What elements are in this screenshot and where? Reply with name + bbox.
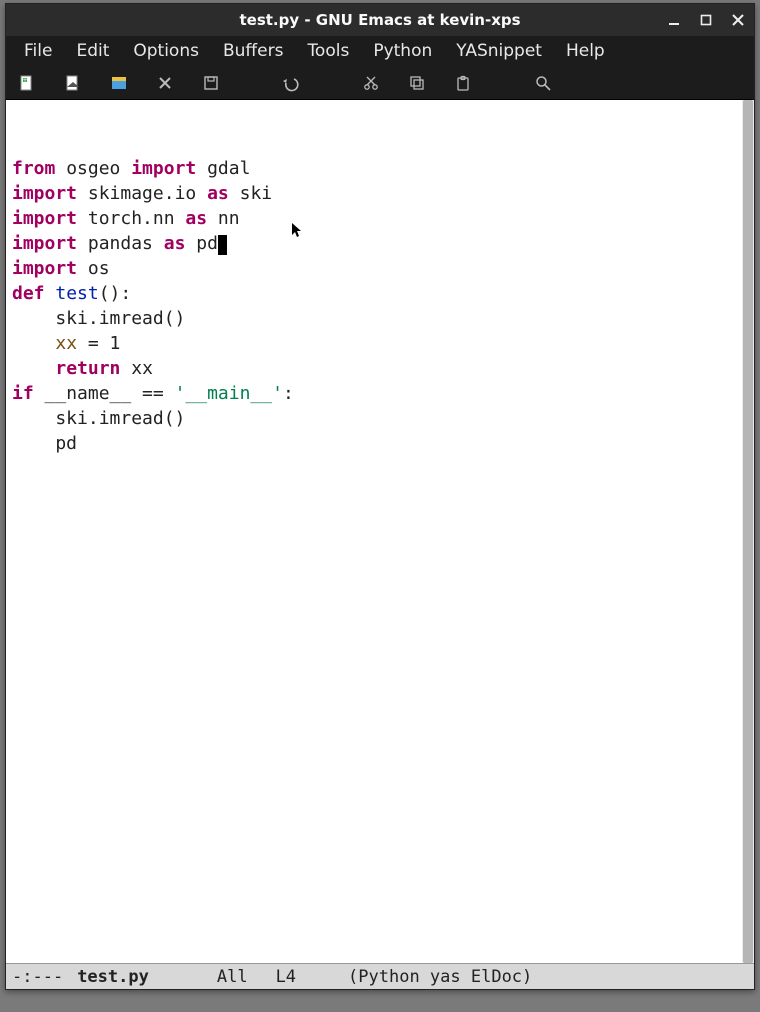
menu-buffers[interactable]: Buffers (213, 38, 293, 64)
code-line[interactable]: def test(): (12, 281, 742, 306)
menu-edit[interactable]: Edit (66, 38, 119, 64)
text-cursor (218, 235, 227, 255)
token-kw: as (207, 183, 229, 204)
code-line[interactable]: import os (12, 256, 742, 281)
emacs-window: test.py - GNU Emacs at kevin-xps FileEdi… (5, 3, 755, 990)
code-line[interactable]: import pandas as pd (12, 231, 742, 256)
undo-icon[interactable] (280, 72, 302, 94)
toolbar: + (6, 66, 754, 100)
token-kw: def (12, 283, 45, 304)
token-kw: return (55, 358, 120, 379)
code-editor[interactable]: from osgeo import gdalimport skimage.io … (8, 100, 742, 963)
cut-icon[interactable] (360, 72, 382, 94)
titlebar[interactable]: test.py - GNU Emacs at kevin-xps (6, 4, 754, 36)
code-line[interactable]: xx = 1 (12, 331, 742, 356)
modeline[interactable]: -:--- test.py All L4 (Python yas ElDoc) (6, 963, 754, 989)
code-line[interactable]: ski.imread() (12, 306, 742, 331)
menu-tools[interactable]: Tools (297, 38, 359, 64)
token-kw: import (131, 158, 196, 179)
token-kw: as (164, 233, 186, 254)
token-kw: import (12, 258, 77, 279)
code-line[interactable]: pd (12, 431, 742, 456)
dired-icon[interactable] (108, 72, 130, 94)
code-line[interactable]: from osgeo import gdal (12, 156, 742, 181)
token-kw: import (12, 208, 77, 229)
modeline-status: -:--- (12, 967, 63, 987)
save-icon[interactable] (200, 72, 222, 94)
window-title: test.py - GNU Emacs at kevin-xps (239, 11, 520, 29)
close-button[interactable] (728, 10, 748, 30)
code-line[interactable]: return xx (12, 356, 742, 381)
code-line[interactable]: import skimage.io as ski (12, 181, 742, 206)
menu-help[interactable]: Help (556, 38, 615, 64)
modeline-line: L4 (276, 967, 296, 987)
token-str: '__main__' (175, 383, 283, 404)
editor-area: from osgeo import gdalimport skimage.io … (6, 100, 754, 963)
token-kw: from (12, 158, 55, 179)
menu-file[interactable]: File (14, 38, 62, 64)
menu-yasnippet[interactable]: YASnippet (446, 38, 552, 64)
minimize-button[interactable] (664, 10, 684, 30)
modeline-buffer: test.py (77, 967, 149, 987)
open-file-icon[interactable] (62, 72, 84, 94)
scrollbar[interactable] (742, 100, 754, 963)
menubar: FileEditOptionsBuffersToolsPythonYASnipp… (6, 36, 754, 66)
token-kw: as (185, 208, 207, 229)
maximize-button[interactable] (696, 10, 716, 30)
code-line[interactable]: if __name__ == '__main__': (12, 381, 742, 406)
menu-options[interactable]: Options (123, 38, 209, 64)
code-line[interactable]: ski.imread() (12, 406, 742, 431)
scrollbar-thumb[interactable] (743, 100, 753, 963)
modeline-position: All (217, 967, 248, 987)
kill-buffer-icon[interactable] (154, 72, 176, 94)
token-kw: if (12, 383, 34, 404)
new-file-icon[interactable]: + (16, 72, 38, 94)
svg-text:+: + (22, 77, 27, 84)
menu-python[interactable]: Python (363, 38, 442, 64)
window-controls (664, 10, 748, 30)
token-kw: import (12, 233, 77, 254)
token-fn: test (55, 283, 98, 304)
paste-icon[interactable] (452, 72, 474, 94)
modeline-modes: (Python yas ElDoc) (348, 967, 532, 987)
token-kw: import (12, 183, 77, 204)
token-var: xx (55, 333, 77, 354)
copy-icon[interactable] (406, 72, 428, 94)
search-icon[interactable] (532, 72, 554, 94)
code-line[interactable]: import torch.nn as nn (12, 206, 742, 231)
